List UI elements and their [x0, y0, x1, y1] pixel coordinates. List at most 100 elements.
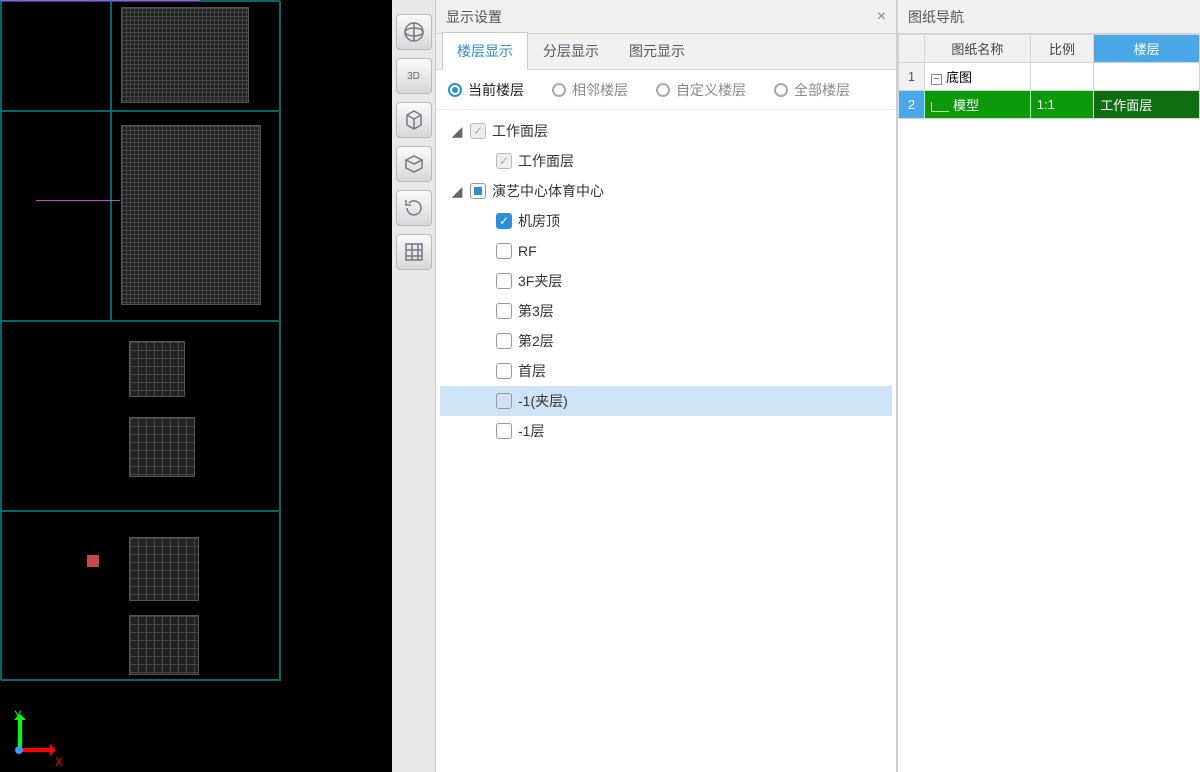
tree-node[interactable]: 3F夹层 — [440, 266, 892, 296]
checkbox[interactable] — [496, 213, 512, 229]
radio-icon — [448, 83, 462, 97]
nav-title: 图纸导航 — [908, 7, 964, 27]
grid-panel-tool[interactable] — [396, 234, 432, 270]
display-settings-panel: 显示设置 × 楼层显示 分层显示 图元显示 当前楼层 相邻楼层 自定义楼层 全部… — [436, 0, 898, 772]
tree-node-label: -1(夹层) — [518, 391, 568, 411]
col-scale[interactable]: 比例 — [1030, 35, 1093, 63]
checkbox[interactable] — [496, 153, 512, 169]
close-icon[interactable]: × — [877, 8, 886, 26]
checkbox[interactable] — [496, 363, 512, 379]
tree-node[interactable]: RF — [440, 236, 892, 266]
tree-node[interactable]: 第2层 — [440, 326, 892, 356]
tree-node-label: 演艺中心体育中心 — [492, 181, 604, 201]
col-drawing-name[interactable]: 图纸名称 — [925, 35, 1031, 63]
checkbox[interactable] — [496, 423, 512, 439]
drawing-table[interactable]: 图纸名称 比例 楼层 1−底图2模型1:1工作面层 — [898, 34, 1200, 772]
floorplan-thumb — [121, 7, 249, 103]
checkbox[interactable] — [496, 273, 512, 289]
rotate-tool[interactable] — [396, 190, 432, 226]
radio-custom-floor[interactable]: 自定义楼层 — [656, 80, 746, 100]
floorplan-thumb — [121, 125, 261, 305]
tree-node[interactable]: 第3层 — [440, 296, 892, 326]
cell-drawing-name: 模型 — [925, 91, 1031, 119]
tab-element-display[interactable]: 图元显示 — [614, 32, 700, 69]
globe-tool[interactable] — [396, 14, 432, 50]
tree-node[interactable]: -1层 — [440, 416, 892, 446]
floor-tree[interactable]: ◢工作面层工作面层◢演艺中心体育中心机房顶RF3F夹层第3层第2层首层-1(夹层… — [436, 110, 896, 772]
drawing-navigator-panel: 图纸导航 图纸名称 比例 楼层 1−底图2模型1:1工作面层 — [898, 0, 1200, 772]
checkbox[interactable] — [496, 333, 512, 349]
grid-cell — [1, 1, 111, 111]
axis-origin-icon — [15, 746, 23, 754]
rotate-icon — [402, 196, 426, 220]
3d-label: 3D — [407, 71, 420, 82]
tree-node-label: 机房顶 — [518, 211, 560, 231]
tree-node[interactable]: 工作面层 — [440, 146, 892, 176]
axis-x-icon — [18, 748, 54, 752]
tree-node-label: 工作面层 — [492, 121, 548, 141]
floorplan-thumb — [129, 615, 199, 675]
cell-floor — [1094, 63, 1200, 91]
checkbox[interactable] — [470, 123, 486, 139]
tree-node-label: 工作面层 — [518, 151, 574, 171]
cell-scale: 1:1 — [1030, 91, 1093, 119]
tree-node-label: 第2层 — [518, 331, 554, 351]
checkbox[interactable] — [496, 303, 512, 319]
tree-twist-icon[interactable]: ◢ — [450, 123, 464, 140]
tree-branch-icon — [931, 102, 949, 112]
floorplan-thumb — [129, 537, 199, 601]
cell-floor: 工作面层 — [1094, 91, 1200, 119]
checkbox[interactable] — [470, 183, 486, 199]
tab-layer-display[interactable]: 分层显示 — [528, 32, 614, 69]
tree-node[interactable]: 首层 — [440, 356, 892, 386]
row-number: 2 — [899, 91, 925, 119]
settings-titlebar: 显示设置 × — [436, 0, 896, 34]
checkbox[interactable] — [496, 393, 512, 409]
view-3d-tool[interactable]: 3D — [396, 58, 432, 94]
cube-front-tool[interactable] — [396, 102, 432, 138]
tree-node[interactable]: -1(夹层) — [440, 386, 892, 416]
radio-icon — [656, 83, 670, 97]
radio-icon — [774, 83, 788, 97]
tree-node[interactable]: ◢ 演艺中心体育中心 — [440, 176, 892, 206]
radio-all-floors[interactable]: 全部楼层 — [774, 80, 850, 100]
grid-panel-icon — [402, 240, 426, 264]
axis-x-label: X — [55, 755, 63, 769]
tree-twist-icon[interactable]: ◢ — [450, 183, 464, 200]
expand-icon[interactable]: − — [931, 74, 942, 85]
tree-node-label: 3F夹层 — [518, 271, 562, 291]
radio-adjacent-floor[interactable]: 相邻楼层 — [552, 80, 628, 100]
row-number: 1 — [899, 63, 925, 91]
floor-scope-radios: 当前楼层 相邻楼层 自定义楼层 全部楼层 — [436, 70, 896, 110]
cube-iso-icon — [402, 152, 426, 176]
floorplan-thumb — [129, 341, 185, 397]
marker-icon — [87, 555, 99, 567]
settings-tabs: 楼层显示 分层显示 图元显示 — [436, 34, 896, 70]
tree-node-label: -1层 — [518, 421, 544, 441]
cad-viewport[interactable]: Y X — [0, 0, 392, 772]
radio-icon — [552, 83, 566, 97]
checkbox[interactable] — [496, 243, 512, 259]
guide-line — [36, 200, 120, 201]
floorplan-thumb — [129, 417, 195, 477]
tree-node-label: RF — [518, 243, 537, 259]
cell-scale — [1030, 63, 1093, 91]
view-toolbar: 3D — [392, 0, 436, 772]
globe-3d-icon — [402, 20, 426, 44]
nav-titlebar: 图纸导航 — [898, 0, 1200, 34]
col-floor[interactable]: 楼层 — [1094, 35, 1200, 63]
drawing-grid — [0, 0, 280, 680]
tab-floor-display[interactable]: 楼层显示 — [442, 32, 528, 70]
tree-node[interactable]: ◢ 工作面层 — [440, 116, 892, 146]
tree-node[interactable]: 机房顶 — [440, 206, 892, 236]
corner-cell — [899, 35, 925, 63]
tree-node-label: 第3层 — [518, 301, 554, 321]
radio-current-floor[interactable]: 当前楼层 — [448, 80, 524, 100]
tree-node-label: 首层 — [518, 361, 546, 381]
table-row[interactable]: 1−底图 — [899, 63, 1200, 91]
axis-y-label: Y — [14, 708, 22, 722]
settings-title: 显示设置 — [446, 7, 502, 27]
cube-iso-tool[interactable] — [396, 146, 432, 182]
grid-cell — [1, 111, 111, 321]
table-row[interactable]: 2模型1:1工作面层 — [899, 91, 1200, 119]
